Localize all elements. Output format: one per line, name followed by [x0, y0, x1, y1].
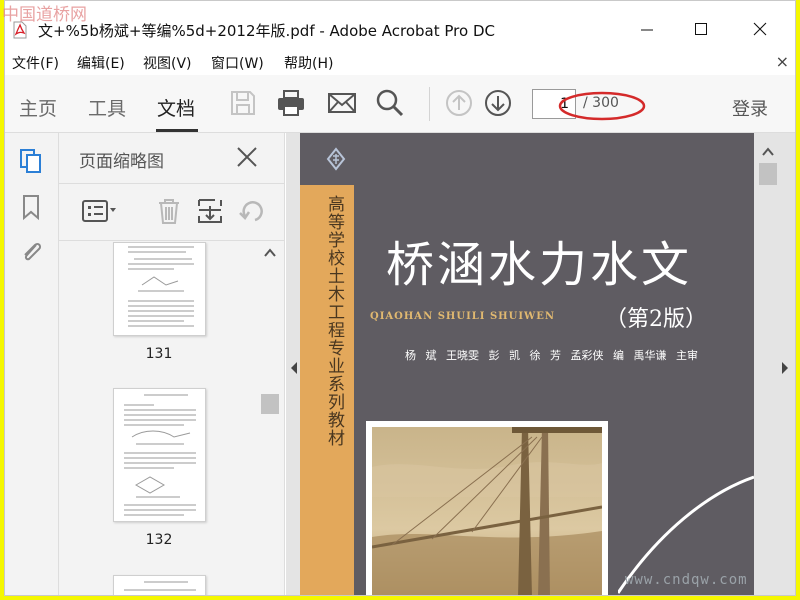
collapse-right-icon[interactable]: [780, 361, 790, 375]
left-navigation-rail: [5, 133, 59, 595]
previous-page-icon[interactable]: [443, 87, 475, 119]
options-menu-icon[interactable]: [81, 196, 121, 226]
toolbar-separator: [429, 87, 430, 121]
scroll-up-icon[interactable]: [762, 147, 774, 156]
book-edition: （第2版）: [605, 307, 707, 332]
close-panel-icon[interactable]: [235, 145, 259, 169]
document-scrollbar[interactable]: [758, 145, 778, 596]
thumbnail-page[interactable]: [113, 388, 206, 522]
menu-edit[interactable]: 编辑(E): [77, 53, 125, 73]
watermark-bottom: www.cndqw.com: [625, 572, 748, 588]
scroll-up-icon[interactable]: [264, 248, 276, 257]
book-authors: 杨 斌 王晓雯 彭 凯 徐 芳 孟彩侠 编 禹华谦 主审: [405, 349, 698, 362]
thumbnail-page-number: 132: [145, 532, 173, 548]
scrollbar-thumb[interactable]: [759, 163, 777, 185]
attachment-icon[interactable]: [17, 237, 45, 265]
publisher-logo: [300, 133, 354, 185]
cover-spine: 高等学校土木工程专业系列教材: [300, 133, 354, 595]
extract-pages-icon[interactable]: [195, 196, 225, 226]
cover-photo: [366, 421, 608, 595]
acrobat-window: 文+%5b杨斌+等编%5d+2012年版.pdf - Adobe Acrobat…: [4, 0, 796, 596]
close-icon: [753, 22, 767, 36]
thumbnail-page-content: [128, 246, 194, 327]
close-window-button[interactable]: [740, 15, 780, 43]
menu-window[interactable]: 窗口(W): [211, 53, 264, 73]
menu-help[interactable]: 帮助(H): [284, 53, 333, 73]
rotate-icon[interactable]: [237, 196, 267, 226]
toolbar: 主页 工具 文档 / 300: [5, 75, 795, 133]
thumbnails-panel: 页面缩略图 131 132: [59, 133, 285, 596]
page-thumbnails-icon[interactable]: [17, 147, 45, 175]
delete-icon[interactable]: [154, 196, 184, 226]
login-link[interactable]: 登录: [732, 95, 768, 121]
series-label: 高等学校土木工程专业系列教材: [324, 195, 344, 447]
thumbnail-scrollbar[interactable]: [259, 242, 281, 596]
menu-view[interactable]: 视图(V): [143, 53, 192, 73]
tab-tools[interactable]: 工具: [88, 94, 126, 121]
bookmark-icon[interactable]: [17, 193, 45, 221]
thumbnail-list: 131 132: [59, 242, 259, 595]
maximize-button[interactable]: [681, 15, 721, 43]
save-icon[interactable]: [227, 87, 259, 119]
red-highlight-ellipse: [558, 91, 646, 121]
panel-title: 页面缩略图: [79, 152, 164, 172]
book-title: 桥涵水力水文: [386, 237, 693, 293]
panel-toolbar: [59, 183, 285, 241]
thumbnail-page-content: [124, 394, 196, 516]
title-bar: 文+%5b杨斌+等编%5d+2012年版.pdf - Adobe Acrobat…: [5, 1, 795, 49]
minimize-button[interactable]: [627, 15, 667, 43]
document-view: 高等学校土木工程专业系列教材 桥涵水力水文 QIAOHAN SHUILI SHU…: [286, 133, 795, 596]
menu-bar: 文件(F) 编辑(E) 视图(V) 窗口(W) 帮助(H) ×: [5, 49, 795, 75]
bridge-photo: [371, 427, 603, 595]
menu-file[interactable]: 文件(F): [12, 53, 59, 73]
publisher-logo-icon: [326, 147, 346, 171]
pdf-page-cover: 高等学校土木工程专业系列教材 桥涵水力水文 QIAOHAN SHUILI SHU…: [300, 133, 754, 595]
thumbnail-page-content: [124, 581, 196, 591]
collapse-left-icon[interactable]: [289, 361, 299, 375]
close-document-button[interactable]: ×: [776, 52, 789, 71]
tab-home[interactable]: 主页: [19, 94, 57, 121]
minimize-icon: [641, 29, 653, 31]
maximize-icon: [695, 23, 707, 35]
book-title-pinyin: QIAOHAN SHUILI SHUIWEN: [370, 311, 556, 322]
print-icon[interactable]: [275, 87, 307, 119]
search-icon[interactable]: [374, 87, 406, 119]
thumbnail-page[interactable]: [113, 242, 206, 336]
thumbnail-page-number: 131: [145, 346, 173, 362]
next-page-icon[interactable]: [482, 87, 514, 119]
scrollbar-thumb[interactable]: [261, 394, 279, 414]
active-tab-indicator: [156, 129, 198, 132]
tab-document[interactable]: 文档: [157, 94, 195, 121]
watermark-top: 中国道桥网: [2, 5, 87, 25]
window-title: 文+%5b杨斌+等编%5d+2012年版.pdf - Adobe Acrobat…: [38, 22, 495, 40]
email-icon[interactable]: [326, 87, 358, 119]
thumbnail-page[interactable]: [113, 575, 206, 595]
